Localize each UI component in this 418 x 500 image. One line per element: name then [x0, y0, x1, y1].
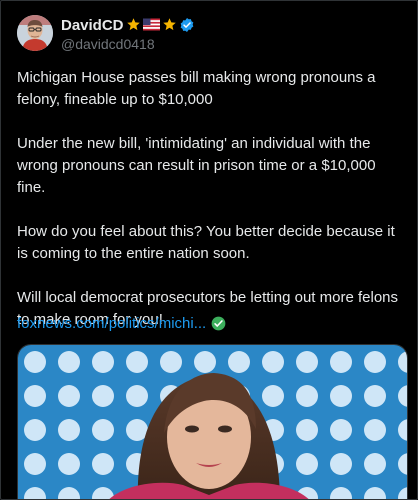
- us-flag-icon: [142, 17, 160, 33]
- avatar-portrait-icon: [17, 15, 53, 51]
- green-check-icon: [211, 316, 226, 331]
- tweet-header: DavidCD @davidcd0418: [17, 15, 195, 59]
- tweet-card[interactable]: DavidCD @davidcd0418 Michigan House pass…: [0, 0, 418, 500]
- tweet-paragraph: Under the new bill, 'intimidating' an in…: [17, 135, 376, 196]
- author-handle[interactable]: @davidcd0418: [61, 36, 195, 52]
- author-display-name[interactable]: DavidCD: [61, 17, 124, 34]
- verified-badge-icon[interactable]: [179, 17, 195, 33]
- star-icon: [126, 17, 141, 33]
- news-photo-image: [18, 345, 407, 499]
- tweet-text: Michigan House passes bill making wrong …: [17, 67, 407, 353]
- tweet-paragraph: Michigan House passes bill making wrong …: [17, 69, 376, 108]
- author-avatar[interactable]: [17, 15, 53, 51]
- tweet-paragraph: How do you feel about this? You better d…: [17, 223, 395, 262]
- article-link[interactable]: foxnews.com/politics/michi...: [17, 315, 206, 332]
- star-icon: [162, 17, 177, 33]
- tweet-link-row: foxnews.com/politics/michi...: [17, 312, 226, 334]
- tweet-media-photo[interactable]: [17, 344, 408, 499]
